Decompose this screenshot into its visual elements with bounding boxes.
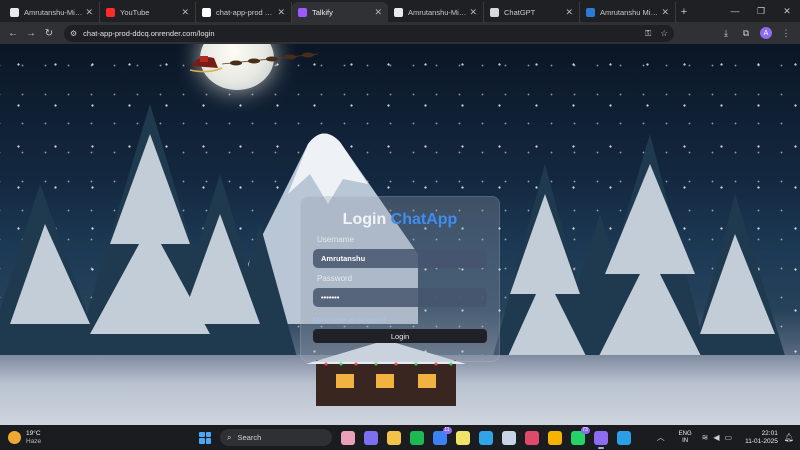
username-label: Username [317, 235, 354, 244]
clock-time: 22:01 [761, 429, 778, 437]
password-key-icon[interactable]: ⚿ [645, 28, 651, 39]
login-title-prefix: Login [342, 211, 387, 228]
address-bar[interactable]: ⚙ chat-app-prod-ddcq.onrender.com/login … [64, 24, 674, 42]
chrome-icon[interactable] [547, 430, 562, 445]
windows-taskbar: 19°C Haze ⌕ Search 11 73 ︿ ENG IN ≋ ◀ ▭ 2… [0, 425, 800, 450]
site-info-icon[interactable]: ⚙ [70, 29, 77, 38]
todo-icon[interactable]: 11 [432, 426, 452, 445]
vscode-icon[interactable] [616, 430, 631, 445]
browser-tab[interactable]: Talkify ✕ [292, 2, 388, 22]
bookmark-star-icon[interactable]: ☆ [660, 28, 668, 39]
search-placeholder: Search [237, 433, 262, 442]
url-text[interactable]: chat-app-prod-ddcq.onrender.com/login [83, 29, 636, 38]
clock-date: 11-01-2025 [745, 437, 778, 445]
tab-close-icon[interactable]: ✕ [277, 7, 285, 18]
weather-condition: Haze [26, 437, 42, 445]
login-title: Login ChatApp [313, 211, 487, 229]
chatgpt-icon [490, 7, 499, 17]
browser-tab[interactable]: Amrutanshu-Mishra/✕ [4, 2, 100, 22]
extensions-icon[interactable]: ⧉ [736, 28, 756, 39]
photos-icon[interactable] [501, 430, 516, 445]
menu-kebab-icon[interactable]: ⋮ [776, 28, 796, 39]
password-input[interactable]: ••••••• [313, 288, 487, 307]
login-title-brand: ChatApp [390, 211, 458, 228]
spotify-icon[interactable] [409, 430, 424, 445]
tab-title: chat-app-prod · Web [216, 7, 274, 17]
tab-close-icon[interactable]: ✕ [181, 7, 189, 18]
tab-title: Amrutanshu-Mishra/ [408, 7, 467, 17]
file-explorer-icon[interactable] [386, 430, 401, 445]
browser-tab[interactable]: ChatGPT ✕ [484, 2, 580, 22]
tray-overflow-chevron-icon[interactable]: ︿ [657, 432, 665, 443]
linkedin-icon [586, 7, 595, 17]
taskbar-search[interactable]: ⌕ Search [220, 429, 332, 446]
battery-icon[interactable]: ▭ [725, 433, 733, 442]
sticky-notes-icon[interactable] [455, 430, 470, 445]
browser-toolbar: ← → ↻ ⚙ chat-app-prod-ddcq.onrender.com/… [0, 22, 800, 44]
downloads-icon[interactable]: ⤓ [716, 28, 736, 39]
window-controls: — ❐ ✕ [722, 0, 800, 22]
tab-title: Talkify [312, 7, 333, 17]
media-player-icon[interactable] [524, 430, 539, 445]
reload-button[interactable]: ↻ [40, 24, 58, 42]
tab-strip: Amrutanshu-Mishra/✕YouTube✕chat-app-prod… [0, 0, 800, 22]
tab-title: Amrutanshu-Mishra/ [24, 7, 83, 17]
wifi-icon[interactable]: ≋ [702, 433, 709, 442]
weather-temp: 19°C [26, 429, 41, 437]
profile-avatar[interactable]: A [760, 27, 772, 39]
start-button[interactable] [196, 429, 214, 447]
santa-sleigh-image [189, 52, 319, 73]
language-top: ENG [678, 430, 692, 437]
chrome-profile-icon[interactable] [593, 430, 608, 449]
browser-tab[interactable]: chat-app-prod · Web✕ [196, 2, 292, 22]
new-tab-button[interactable]: + [676, 2, 692, 22]
taskbar-apps: ⌕ Search 11 73 [196, 425, 635, 450]
back-button[interactable]: ← [4, 24, 22, 42]
github-icon [394, 7, 403, 17]
system-tray: ︿ ENG IN ≋ ◀ ▭ 22:01 11-01-2025 🔔︎ [657, 425, 794, 450]
tab-close-icon[interactable]: ✕ [374, 7, 382, 18]
toolbar-right: ⤓ ⧉ A ⋮ [716, 27, 796, 39]
render-icon [202, 7, 211, 17]
language-bottom: IN [682, 437, 689, 444]
weather-widget[interactable]: 19°C Haze [8, 430, 68, 446]
tab-title: ChatGPT [504, 7, 536, 17]
login-button[interactable]: Login [313, 329, 487, 343]
widgets-app-icon[interactable] [340, 430, 355, 445]
tab-close-icon[interactable]: ✕ [661, 7, 669, 18]
tab-title: YouTube [120, 7, 150, 17]
volume-icon[interactable]: ◀ [713, 433, 719, 442]
forward-button[interactable]: → [22, 24, 40, 42]
signup-link[interactable]: Don't have an account? [313, 317, 487, 324]
store-icon[interactable] [478, 430, 493, 445]
page-viewport: Login ChatApp Username Amrutanshu Passwo… [0, 44, 800, 425]
talkify-icon [298, 7, 307, 17]
browser-tab[interactable]: Amrutanshu Mishra |✕ [580, 2, 676, 22]
close-window-button[interactable]: ✕ [774, 6, 800, 17]
search-icon: ⌕ [227, 432, 232, 442]
tab-close-icon[interactable]: ✕ [469, 7, 477, 18]
weather-icon [8, 431, 21, 444]
tab-close-icon[interactable]: ✕ [565, 7, 573, 18]
login-card: Login ChatApp Username Amrutanshu Passwo… [300, 196, 500, 362]
clock[interactable]: 22:01 11-01-2025 [745, 430, 778, 446]
restore-button[interactable]: ❐ [748, 6, 774, 17]
youtube-icon [106, 7, 115, 17]
browser-tab[interactable]: Amrutanshu-Mishra/✕ [388, 2, 484, 22]
notification-bell-icon[interactable]: 🔔︎ [784, 433, 794, 442]
language-indicator[interactable]: ENG IN [679, 431, 692, 445]
browser-tab[interactable]: YouTube ✕ [100, 2, 196, 22]
tab-close-icon[interactable]: ✕ [85, 7, 93, 18]
minimize-button[interactable]: — [722, 6, 748, 16]
notification-badge: 11 [442, 426, 452, 434]
tab-list: Amrutanshu-Mishra/✕YouTube✕chat-app-prod… [0, 0, 676, 22]
github-icon [10, 7, 19, 17]
pinned-apps: 11 73 [336, 426, 635, 449]
copilot-icon[interactable] [363, 430, 378, 445]
whatsapp-icon[interactable]: 73 [570, 426, 590, 445]
password-label: Password [317, 274, 353, 283]
tab-title: Amrutanshu Mishra | [600, 7, 659, 17]
username-input[interactable]: Amrutanshu [313, 249, 487, 268]
notification-badge: 73 [580, 426, 590, 434]
